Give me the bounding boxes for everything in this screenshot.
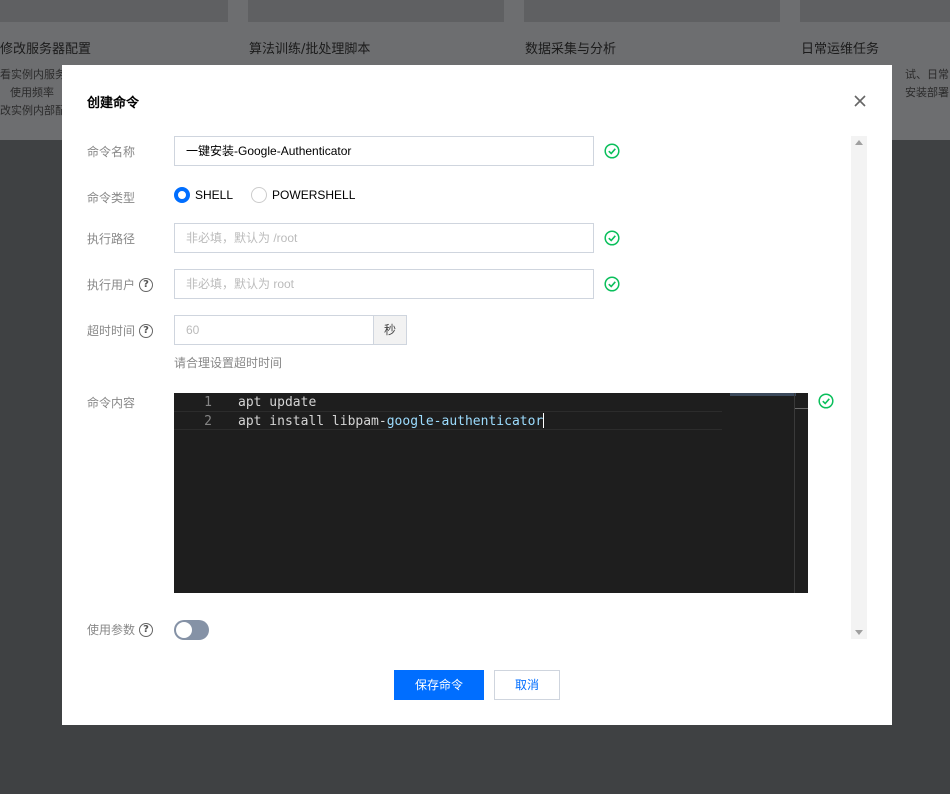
bg-card-desc: 看实例内服务 — [0, 68, 66, 81]
code-text: apt install libpam-google-authenticator — [238, 412, 545, 431]
cancel-button[interactable]: 取消 — [494, 670, 560, 700]
help-icon[interactable]: ? — [139, 323, 154, 338]
exec-path-label: 执行路径 — [87, 230, 135, 247]
exec-path-input[interactable]: 非必填，默认为 /root — [174, 223, 594, 253]
radio-checked-icon — [174, 187, 190, 203]
command-name-label-text: 命令名称 — [87, 145, 136, 159]
help-icon[interactable]: ? — [139, 622, 154, 637]
radio-powershell[interactable]: POWERSHELL — [251, 187, 355, 203]
bg-card-image — [800, 0, 950, 22]
check-circle-icon — [604, 143, 620, 159]
timeout-hint: 请合理设置超时时间 — [174, 356, 283, 370]
code-text-highlight: google-authenticator — [386, 414, 544, 429]
editor-scrollbar[interactable] — [794, 393, 795, 593]
radio-unchecked-icon — [251, 187, 268, 203]
line-number: 2 — [204, 414, 212, 429]
bg-card-desc: 安装部署 — [905, 86, 949, 99]
radio-shell-label: SHELL — [195, 188, 234, 202]
check-circle-icon — [604, 276, 620, 292]
timeout-unit: 秒 — [373, 315, 407, 345]
create-command-dialog: 创建命令 命令名称 一键安装-Google-Authenticator 命令类型… — [62, 65, 892, 725]
use-params-label: 使用参数 ? — [87, 621, 154, 638]
close-icon[interactable] — [852, 93, 868, 109]
timeout-label-text: 超时时间 — [87, 324, 136, 338]
bg-card-image — [0, 0, 228, 22]
bg-card-image — [248, 0, 504, 22]
exec-user-label: 执行用户 ? — [87, 276, 154, 293]
bg-card-title: 修改服务器配置 — [0, 42, 92, 57]
use-params-label-text: 使用参数 — [87, 623, 136, 637]
code-editor[interactable]: 1 apt update 2 apt install libpam-google… — [174, 393, 808, 593]
command-name-input[interactable]: 一键安装-Google-Authenticator — [174, 136, 594, 166]
editor-scroll-slider[interactable] — [795, 408, 808, 409]
command-name-label: 命令名称 — [87, 143, 135, 160]
dialog-scrollbar[interactable] — [851, 136, 867, 639]
code-text-plain: apt install libpam- — [238, 414, 387, 429]
exec-path-label-text: 执行路径 — [87, 232, 136, 246]
editor-line: 1 apt update — [174, 393, 722, 412]
line-number: 1 — [204, 395, 212, 410]
radio-shell[interactable]: SHELL — [174, 187, 233, 203]
scroll-up-arrow-icon[interactable] — [855, 140, 863, 145]
command-type-label: 命令类型 — [87, 189, 135, 206]
command-content-label-text: 命令内容 — [87, 396, 136, 410]
timeout-input[interactable]: 60 — [174, 315, 374, 345]
radio-powershell-label: POWERSHELL — [272, 188, 356, 202]
dialog-title: 创建命令 — [87, 96, 140, 111]
check-circle-icon — [604, 230, 620, 246]
bg-card-desc: 改实例内部配 — [0, 104, 66, 117]
bg-card-image — [524, 0, 780, 22]
exec-user-input[interactable]: 非必填，默认为 root — [174, 269, 594, 299]
text-cursor — [543, 413, 545, 428]
use-params-toggle[interactable] — [174, 620, 209, 640]
exec-user-label-text: 执行用户 — [87, 278, 136, 292]
help-icon[interactable]: ? — [139, 277, 154, 292]
code-text: apt update — [238, 395, 317, 410]
scroll-down-arrow-icon[interactable] — [855, 630, 863, 635]
bg-card-title: 数据采集与分析 — [525, 42, 617, 57]
command-content-label: 命令内容 — [87, 394, 135, 411]
command-type-radio-group: SHELL POWERSHELL — [174, 187, 373, 203]
timeout-label: 超时时间 ? — [87, 322, 154, 339]
bg-card-title: 日常运维任务 — [801, 42, 880, 57]
bg-card-title: 算法训练/批处理脚本 — [249, 42, 371, 57]
check-circle-icon — [818, 393, 834, 409]
bg-card-desc: 试、日常 — [905, 68, 949, 81]
editor-line-current: 2 apt install libpam-google-authenticato… — [174, 411, 722, 430]
save-command-button[interactable]: 保存命令 — [394, 670, 484, 700]
bg-card-desc: 使用频率 — [10, 86, 54, 99]
toggle-knob — [176, 622, 192, 638]
editor-minimap — [730, 393, 796, 396]
command-type-label-text: 命令类型 — [87, 191, 136, 205]
